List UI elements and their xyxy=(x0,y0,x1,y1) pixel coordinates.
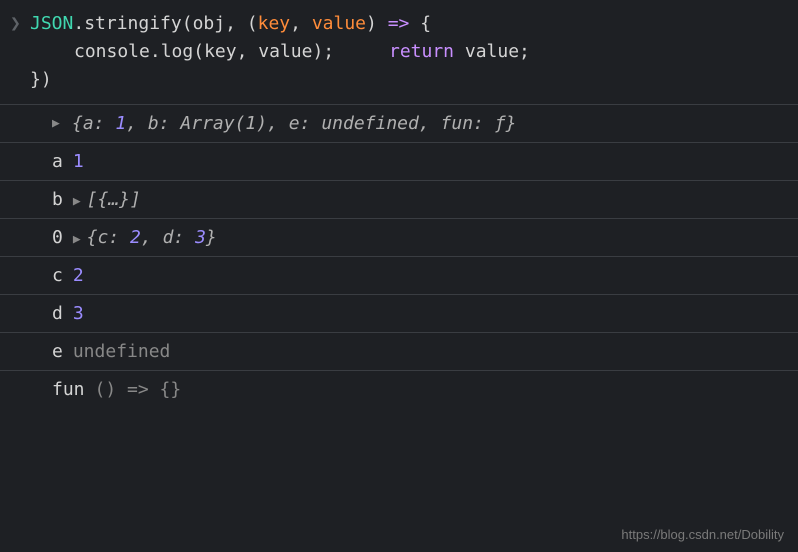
token-return: return xyxy=(389,41,454,62)
token-arrow: => xyxy=(388,13,410,34)
log-value: 2 xyxy=(73,265,84,286)
expand-icon[interactable]: ▶ xyxy=(73,232,81,247)
code-line-2: console.log(key, value); xyxy=(30,38,334,66)
token-json: JSON xyxy=(30,13,73,34)
code-line-3: return value; xyxy=(345,38,530,66)
log-row-c[interactable]: c 2 xyxy=(0,257,798,295)
log-row-0[interactable]: 0 ▶{c: 2, d: 3} xyxy=(0,219,798,257)
log-row-d[interactable]: d 3 xyxy=(0,295,798,333)
log-row-a[interactable]: a 1 xyxy=(0,143,798,181)
log-key: e xyxy=(52,341,63,362)
token-value: value xyxy=(312,13,366,34)
log-key: c xyxy=(52,265,63,286)
log-value: ▶{c: 2, d: 3} xyxy=(73,227,217,248)
object-preview: {a: 1, b: Array(1), e: undefined, fun: ƒ… xyxy=(72,113,516,134)
log-value: ▶[{…}] xyxy=(73,189,141,210)
log-value: 3 xyxy=(73,303,84,324)
expand-icon[interactable]: ▶ xyxy=(52,116,60,131)
log-key: d xyxy=(52,303,63,324)
log-key: b xyxy=(52,189,63,210)
log-key: fun xyxy=(52,379,85,400)
log-value: () => {} xyxy=(95,379,182,400)
watermark: https://blog.csdn.net/Dobility xyxy=(621,527,784,542)
log-row-e[interactable]: e undefined xyxy=(0,333,798,371)
console-input[interactable]: ❯ JSON.stringify(obj, (key, value) => { … xyxy=(0,0,798,105)
prompt-icon: ❯ xyxy=(10,10,21,38)
log-value: undefined xyxy=(73,341,171,362)
code-line-1: JSON.stringify(obj, (key, value) => { xyxy=(30,10,786,38)
token-key: key xyxy=(258,13,291,34)
log-key: a xyxy=(52,151,63,172)
expand-icon[interactable]: ▶ xyxy=(73,194,81,209)
log-row-b[interactable]: b ▶[{…}] xyxy=(0,181,798,219)
log-value: 1 xyxy=(73,151,84,172)
log-row-fun[interactable]: fun () => {} xyxy=(0,371,798,408)
token-stringify: stringify xyxy=(84,13,182,34)
log-key: 0 xyxy=(52,227,63,248)
log-row-object-preview[interactable]: ▶ {a: 1, b: Array(1), e: undefined, fun:… xyxy=(0,105,798,143)
code-line-4: }) xyxy=(30,66,786,94)
